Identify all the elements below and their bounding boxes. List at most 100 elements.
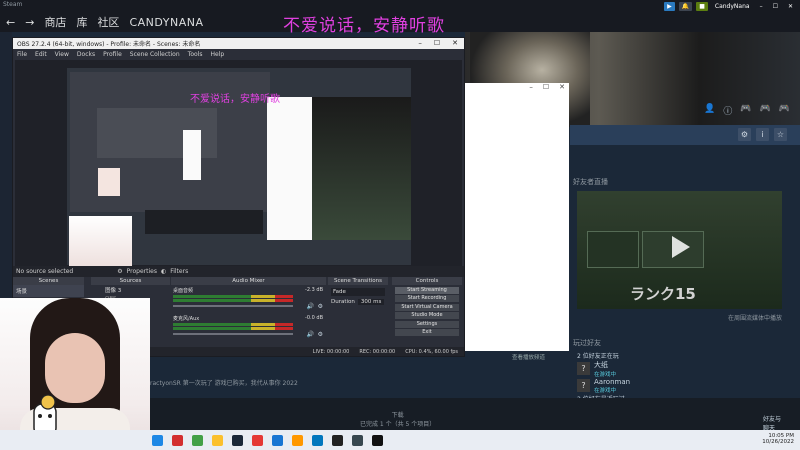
speaker-icon[interactable]: 🔊 xyxy=(307,303,314,310)
back-icon[interactable]: ← xyxy=(6,16,15,29)
gear-icon[interactable]: ⚙ xyxy=(738,128,751,141)
nav-username[interactable]: CANDYNANA xyxy=(129,16,203,29)
controller-icon[interactable]: 🎮 xyxy=(740,104,751,117)
source-item[interactable]: 图像 3 xyxy=(91,285,170,295)
menu-view[interactable]: View xyxy=(55,51,69,58)
app-icon[interactable] xyxy=(352,434,363,446)
transition-select[interactable]: Fade xyxy=(331,288,385,296)
close-icon[interactable]: ✕ xyxy=(452,39,458,47)
live-time: LIVE: 00:00:00 xyxy=(312,348,350,355)
nested-audio-meter xyxy=(145,210,263,234)
properties-button[interactable]: Properties xyxy=(127,268,157,275)
nav-store[interactable]: 商店 xyxy=(44,14,66,30)
app-icon[interactable] xyxy=(292,434,303,446)
studio-mode-button[interactable]: Studio Mode xyxy=(395,312,459,319)
friends-title: 玩过好友 xyxy=(573,339,601,347)
person-icon[interactable]: 👤 xyxy=(704,104,715,117)
folder-icon[interactable] xyxy=(212,434,223,446)
app-icon[interactable] xyxy=(372,434,383,446)
app-icon[interactable] xyxy=(312,434,323,446)
friend-avatar: ? xyxy=(577,379,590,392)
maximize-icon[interactable]: ☐ xyxy=(543,83,549,94)
menu-docks[interactable]: Docks xyxy=(77,51,95,58)
volume-meter xyxy=(173,299,293,302)
menu-profile[interactable]: Profile xyxy=(103,51,122,58)
filters-button[interactable]: Filters xyxy=(170,268,188,275)
mixer-row: 桌面音频 -2.3 dB 🔊 ⚙ xyxy=(171,285,326,313)
nav-community[interactable]: 社区 xyxy=(97,14,119,30)
scene-item[interactable]: 场景 xyxy=(13,285,84,297)
scenes-header: Scenes xyxy=(13,277,84,285)
steam-icon[interactable] xyxy=(232,434,243,446)
user-chip[interactable]: CandyNana xyxy=(712,2,753,11)
settings-button[interactable]: Settings xyxy=(395,320,459,328)
app-icon[interactable] xyxy=(192,434,203,446)
stream-rank-label: ランク15 xyxy=(630,285,696,303)
duration-input[interactable]: 300 ms xyxy=(357,299,385,305)
app-icon[interactable] xyxy=(272,434,283,446)
gear-icon[interactable]: ⚙ xyxy=(318,331,323,338)
notification-icon[interactable]: 🔔 xyxy=(678,2,693,11)
info-icon[interactable]: ⓘ xyxy=(723,104,732,117)
mixer-value: -0.0 dB xyxy=(305,315,323,321)
minimize-icon[interactable]: – xyxy=(757,2,766,11)
speaker-icon[interactable]: 🔊 xyxy=(307,331,314,338)
start-recording-button[interactable]: Start Recording xyxy=(395,295,459,302)
transitions-header: Scene Transitions xyxy=(328,277,388,285)
volume-slider[interactable] xyxy=(173,333,293,335)
downloads-status[interactable]: 下载 已完成 1 个（共 5 个项目） xyxy=(360,410,435,428)
nav-library[interactable]: 库 xyxy=(76,14,87,30)
hero-icon-row: 👤 ⓘ 🎮 🎮 🎮 xyxy=(704,104,790,117)
steam-menu-label[interactable]: Steam xyxy=(3,1,22,8)
rec-time: REC: 00:00:00 xyxy=(359,348,396,355)
menu-help[interactable]: Help xyxy=(210,51,224,58)
forward-icon[interactable]: → xyxy=(25,16,34,29)
user-avatar[interactable]: ■ xyxy=(696,2,708,11)
volume-meter xyxy=(173,295,293,298)
app-icon[interactable] xyxy=(172,434,183,446)
mixer-row: 麦克风/Aux -0.0 dB 🔊 ⚙ xyxy=(171,313,326,341)
friend-streams-title: 好友者直播 xyxy=(573,178,608,186)
sources-header: Sources xyxy=(91,277,170,285)
menu-tools[interactable]: Tools xyxy=(188,51,203,58)
webcam-overlay xyxy=(0,298,150,450)
start-streaming-button[interactable]: Start Streaming xyxy=(395,286,459,294)
controller3-icon[interactable]: 🎮 xyxy=(779,104,790,117)
info-button[interactable]: i xyxy=(756,128,769,141)
play-icon[interactable] xyxy=(672,236,690,258)
filter-icon[interactable]: ◐ xyxy=(161,268,166,275)
favorite-icon[interactable]: ☆ xyxy=(774,128,787,141)
obs-preview-canvas[interactable]: 不爱说话，安静听歌 xyxy=(15,60,462,266)
friend-name: 大纸 xyxy=(594,360,608,369)
blank-white-window xyxy=(462,83,569,351)
menu-edit[interactable]: Edit xyxy=(35,51,47,58)
maximize-icon[interactable]: ☐ xyxy=(434,39,440,47)
taskbar-clock[interactable]: 10:05 PM 10/26/2022 xyxy=(762,433,794,445)
minimize-icon[interactable]: – xyxy=(529,83,533,94)
menu-scene-collection[interactable]: Scene Collection xyxy=(130,51,180,58)
gear-icon[interactable]: ⚙ xyxy=(318,303,323,310)
stream-card-caption: 在周围流媒体中播放 xyxy=(728,315,783,322)
start-icon[interactable] xyxy=(152,434,163,446)
controller2-icon[interactable]: 🎮 xyxy=(760,104,771,117)
scene-transitions-dock: Scene Transitions Fade Duration 300 ms xyxy=(328,277,388,347)
broadcast-icon[interactable]: ▶ xyxy=(664,2,675,11)
maximize-icon[interactable]: ☐ xyxy=(770,2,781,11)
obs-icon[interactable] xyxy=(332,434,343,446)
app-icon[interactable] xyxy=(252,434,263,446)
source-toolbar: No source selected ⚙ Properties ◐ Filter… xyxy=(13,266,464,277)
nested-webcam xyxy=(69,216,132,266)
steam-top-right: ▶ 🔔 ■ CandyNana – ☐ ✕ xyxy=(664,2,796,11)
minimize-icon[interactable]: – xyxy=(418,39,422,47)
menu-file[interactable]: File xyxy=(17,51,27,58)
volume-meter xyxy=(173,327,293,330)
gear-icon[interactable]: ⚙ xyxy=(117,268,122,275)
nested-white-window xyxy=(267,97,312,240)
close-icon[interactable]: ✕ xyxy=(785,2,796,11)
friend-row[interactable]: ? Aaronman 在游戏中 xyxy=(577,377,787,394)
close-icon[interactable]: ✕ xyxy=(559,83,565,94)
volume-slider[interactable] xyxy=(173,305,293,307)
exit-button[interactable]: Exit xyxy=(395,329,459,336)
friend-row[interactable]: ? 大纸 在游戏中 xyxy=(577,360,787,378)
start-virtual-camera-button[interactable]: Start Virtual Camera xyxy=(395,303,459,311)
